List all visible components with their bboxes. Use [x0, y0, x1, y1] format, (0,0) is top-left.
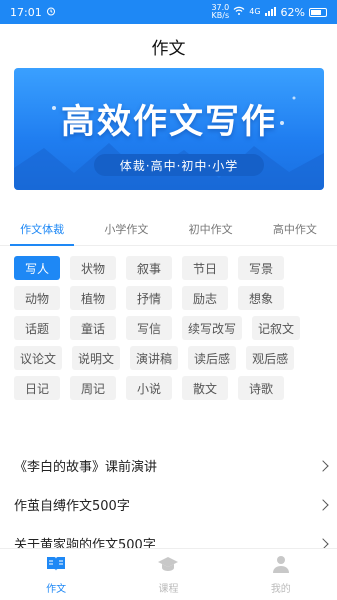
tag-chip[interactable]: 说明文 [72, 346, 121, 370]
tag-chip[interactable]: 励志 [182, 286, 228, 310]
tag-chip[interactable]: 想象 [238, 286, 284, 310]
tag-chip[interactable]: 演讲稿 [130, 346, 179, 370]
status-time: 17:01 [10, 5, 42, 19]
tag-chip[interactable]: 写景 [238, 256, 284, 280]
article-list: 《李白的故事》课前演讲 作茧自缚作文500字 关于黄家驹的作文500字 [0, 446, 337, 563]
tag-chip[interactable]: 周记 [70, 376, 116, 400]
tab-essay-genre[interactable]: 作文体裁 [0, 212, 84, 246]
nav-item-label: 我的 [270, 584, 291, 595]
banner-subtitle: 体裁·高中·初中·小学 [94, 154, 264, 176]
nav-item-essay[interactable]: 作文 [0, 549, 112, 600]
tag-chip[interactable]: 话题 [14, 316, 60, 340]
list-item[interactable]: 《李白的故事》课前演讲 [0, 446, 337, 485]
tag-chip[interactable]: 节日 [182, 256, 228, 280]
chevron-right-icon [317, 498, 329, 511]
network-label: 4G [249, 7, 261, 16]
graduation-cap-icon [157, 554, 179, 577]
book-icon [45, 554, 67, 577]
nav-item-label: 作文 [46, 584, 67, 595]
battery-percent: 62% [280, 5, 305, 19]
nav-item-course[interactable]: 课程 [112, 549, 224, 600]
chevron-right-icon [317, 459, 329, 472]
signal-icon [264, 6, 277, 19]
list-item[interactable]: 作茧自缚作文500字 [0, 485, 337, 524]
tag-chip[interactable]: 观后感 [246, 346, 295, 370]
tag-chip[interactable]: 议论文 [14, 346, 63, 370]
tag-chip[interactable]: 童话 [70, 316, 116, 340]
tag-chip[interactable]: 植物 [70, 286, 116, 310]
tag-chip[interactable]: 动物 [14, 286, 60, 310]
tag-chip[interactable]: 散文 [182, 376, 228, 400]
tag-chip[interactable]: 叙事 [126, 256, 172, 280]
tag-chip[interactable]: 抒情 [126, 286, 172, 310]
nav-item-mine[interactable]: 我的 [225, 549, 337, 600]
bottom-nav: 作文 课程 我的 [0, 548, 337, 600]
battery-icon [309, 7, 327, 17]
nav-item-label: 课程 [158, 584, 179, 595]
person-icon [270, 554, 292, 577]
page-header: 作文 [0, 24, 337, 68]
tag-chip[interactable]: 日记 [14, 376, 60, 400]
banner-title: 高效作文写作 [61, 102, 277, 142]
tab-primary-school[interactable]: 小学作文 [84, 212, 168, 245]
status-bar: 17:01 37.0 KB/s 4G 62% [0, 0, 337, 24]
article-title: 作茧自缚作文500字 [14, 499, 130, 514]
tab-junior-high[interactable]: 初中作文 [169, 212, 253, 245]
tag-chip[interactable]: 状物 [70, 256, 116, 280]
article-title: 《李白的故事》课前演讲 [14, 460, 158, 475]
tag-chip[interactable]: 诗歌 [238, 376, 284, 400]
banner[interactable]: 高效作文写作 体裁·高中·初中·小学 [14, 68, 324, 190]
genre-tag-grid: 写人 状物 叙事 节日 写景 动物 植物 抒情 励志 想象 话题 童话 写信 续… [14, 256, 326, 400]
tag-chip[interactable]: 小说 [126, 376, 172, 400]
page-title: 作文 [151, 38, 186, 59]
tag-chip[interactable]: 写信 [126, 316, 172, 340]
net-speed-unit: KB/s [211, 11, 230, 20]
tag-chip[interactable]: 写人 [14, 256, 60, 280]
tab-senior-high[interactable]: 高中作文 [253, 212, 337, 245]
category-tabs: 作文体裁 小学作文 初中作文 高中作文 [0, 212, 337, 246]
alarm-icon [46, 6, 56, 19]
tag-chip[interactable]: 续写改写 [182, 316, 243, 340]
tag-chip[interactable]: 记叙文 [252, 316, 301, 340]
wifi-icon [233, 6, 245, 19]
tag-chip[interactable]: 读后感 [188, 346, 237, 370]
